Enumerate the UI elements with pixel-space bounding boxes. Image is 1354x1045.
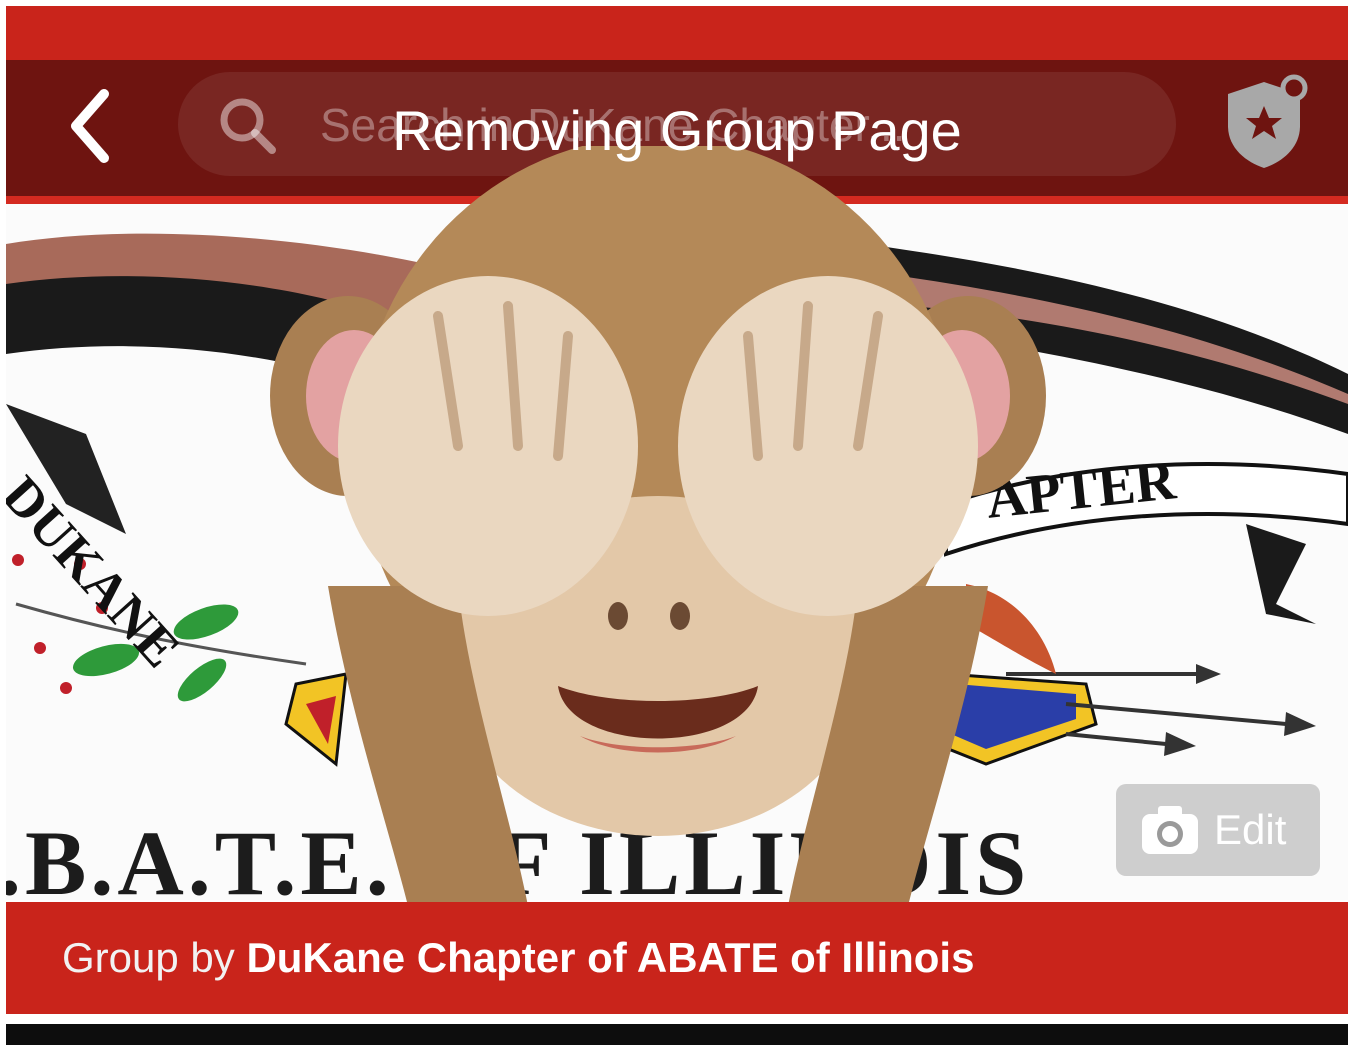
bottom-edge [6, 1024, 1348, 1045]
status-bar [6, 6, 1348, 60]
status-toast: Removing Group Page [392, 99, 962, 162]
see-no-evil-monkey-icon [270, 146, 1046, 906]
group-owner-line: Group by DuKane Chapter of ABATE of Illi… [62, 934, 974, 982]
group-info-bar: Group by DuKane Chapter of ABATE of Illi… [6, 902, 1348, 1014]
camera-icon [1142, 806, 1198, 854]
edit-cover-button[interactable]: Edit [1116, 784, 1320, 876]
group-name-link[interactable]: DuKane Chapter of ABATE of Illinois [246, 934, 974, 981]
group-by-prefix: Group by [62, 934, 247, 981]
edit-label: Edit [1214, 806, 1287, 853]
screen: Search in DuKane Chapter... DUKANE APTER… [6, 6, 1348, 1045]
